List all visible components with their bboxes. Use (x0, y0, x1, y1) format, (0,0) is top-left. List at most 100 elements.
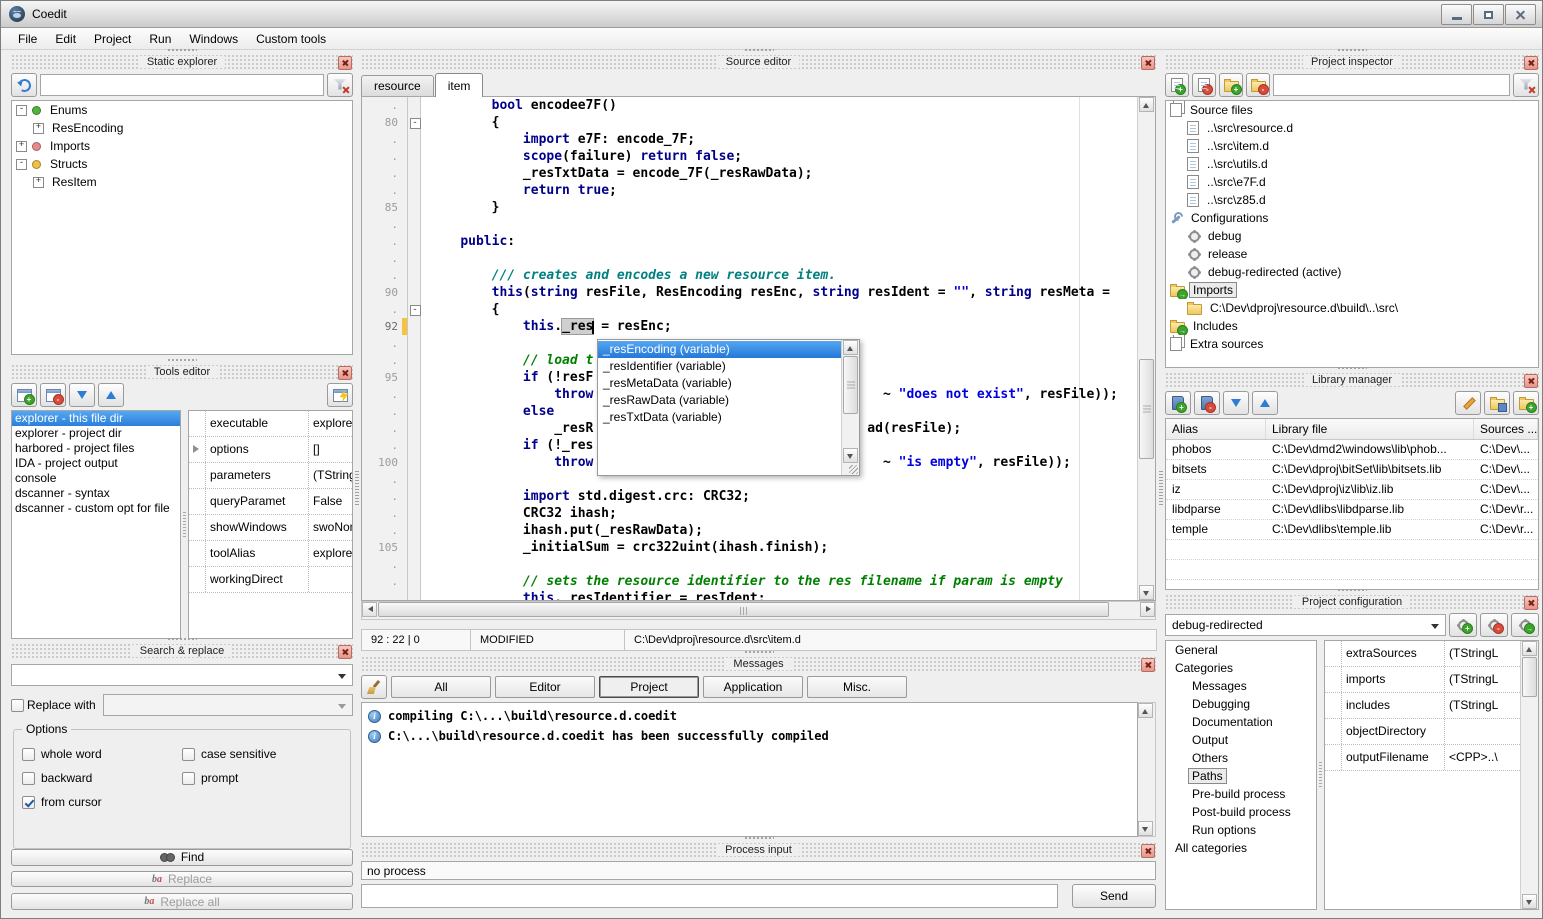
expand-toggle-icon[interactable]: + (33, 177, 44, 188)
tree-item[interactable]: release (1166, 245, 1538, 263)
tool-list-item[interactable]: IDA - project output (12, 456, 180, 471)
tree-item[interactable]: ..\src\item.d (1166, 137, 1538, 155)
tree-item[interactable]: ..\src\utils.d (1166, 155, 1538, 173)
category-item[interactable]: Run options (1166, 821, 1316, 839)
table-row[interactable]: phobosC:\Dev\dmd2\windows\lib\phob...C:\… (1166, 440, 1538, 460)
menu-item-file[interactable]: File (9, 30, 46, 48)
scroll-up-button[interactable] (843, 340, 858, 355)
tree-item[interactable]: -Structs (12, 155, 352, 173)
tool-list-item[interactable]: dscanner - custom opt for file (12, 501, 180, 516)
category-item[interactable]: Categories (1166, 659, 1316, 677)
checkbox-prompt[interactable] (182, 772, 195, 785)
property-row[interactable]: showWindowsswoNone (189, 515, 353, 541)
messages-tab-misc[interactable]: Misc. (807, 676, 907, 698)
config-splitter[interactable] (1317, 640, 1324, 910)
close-button[interactable] (1505, 4, 1536, 25)
symbol-filter-input[interactable] (40, 74, 324, 96)
category-item[interactable]: All categories (1166, 839, 1316, 857)
tools-splitter[interactable] (181, 410, 188, 639)
menu-item-project[interactable]: Project (85, 30, 140, 48)
scrollbar-thumb[interactable] (378, 602, 1109, 617)
editor-horizontal-scrollbar[interactable] (361, 601, 1156, 620)
remove-library-button[interactable] (1194, 391, 1220, 415)
replace-all-button[interactable]: ba Replace all (11, 893, 353, 910)
close-panel-button[interactable] (1524, 596, 1538, 610)
scroll-right-button[interactable] (1140, 602, 1155, 617)
table-row[interactable]: templeC:\Dev\dlibs\temple.libC:\Dev\r... (1166, 520, 1538, 540)
execute-tool-button[interactable] (327, 383, 353, 407)
add-tool-button[interactable] (11, 383, 37, 407)
messages-tab-project[interactable]: Project (599, 676, 699, 698)
tool-list-item[interactable]: dscanner - syntax (12, 486, 180, 501)
inspector-filter-input[interactable] (1273, 74, 1510, 96)
scrollbar[interactable] (1520, 641, 1538, 909)
property-row[interactable]: options[] (189, 437, 353, 463)
property-row[interactable]: imports(TStringL (1325, 667, 1520, 693)
move-tool-up-button[interactable] (98, 383, 124, 407)
replace-button[interactable]: ba Replace (11, 871, 353, 888)
tree-item[interactable]: +Imports (12, 137, 352, 155)
category-item[interactable]: Post-build process (1166, 803, 1316, 821)
find-button[interactable]: Find (11, 849, 353, 866)
category-item[interactable]: Pre-build process (1166, 785, 1316, 803)
messages-tab-application[interactable]: Application (703, 676, 803, 698)
property-row[interactable]: extraSources(TStringL (1325, 641, 1520, 667)
replace-term-combo[interactable] (103, 694, 353, 716)
table-row[interactable]: izC:\Dev\dproj\iz\lib\iz.libC:\Dev\... (1166, 480, 1538, 500)
category-item[interactable]: Others (1166, 749, 1316, 767)
remove-file-button[interactable] (1192, 73, 1216, 97)
close-panel-button[interactable] (1141, 658, 1155, 672)
replace-with-checkbox[interactable] (11, 699, 24, 712)
completion-scrollbar[interactable] (841, 340, 859, 475)
remove-configuration-button[interactable] (1480, 613, 1508, 637)
remove-folder-button[interactable] (1246, 73, 1270, 97)
close-panel-button[interactable] (1524, 374, 1538, 388)
tree-item[interactable]: -Enums (12, 101, 352, 119)
completion-item[interactable]: _resEncoding (variable) (598, 341, 841, 358)
completion-item[interactable]: _resIdentifier (variable) (598, 358, 841, 375)
send-button[interactable]: Send (1072, 884, 1156, 908)
scrollbar-thumb[interactable] (1522, 657, 1537, 697)
clear-messages-button[interactable] (361, 675, 387, 699)
close-panel-button[interactable] (1141, 56, 1155, 70)
menu-item-edit[interactable]: Edit (46, 30, 85, 48)
property-row[interactable]: executableexplorer (189, 411, 353, 437)
messages-scrollbar[interactable] (1138, 702, 1156, 837)
editor-vertical-scrollbar[interactable] (1137, 97, 1155, 600)
property-row[interactable]: parameters(TStringL (189, 463, 353, 489)
add-library-button[interactable] (1165, 391, 1191, 415)
close-panel-button[interactable] (1141, 844, 1155, 858)
tree-item[interactable]: Extra sources (1166, 335, 1538, 353)
maximize-button[interactable] (1473, 4, 1504, 25)
checkbox-case-sensitive[interactable] (182, 748, 195, 761)
tool-list-item[interactable]: explorer - this file dir (12, 411, 180, 426)
tree-item[interactable]: debug (1166, 227, 1538, 245)
expand-toggle-icon[interactable]: + (33, 123, 44, 134)
tree-item[interactable]: Includes (1166, 317, 1538, 335)
menu-item-run[interactable]: Run (140, 30, 180, 48)
messages-tab-all[interactable]: All (391, 676, 491, 698)
column-header[interactable]: Alias (1166, 419, 1266, 439)
scroll-down-button[interactable] (1138, 821, 1153, 836)
menu-item-windows[interactable]: Windows (180, 30, 247, 48)
fold-collapse-icon[interactable]: - (410, 305, 421, 316)
table-row[interactable]: bitsetsC:\Dev\dproj\bitSet\lib\bitsets.l… (1166, 460, 1538, 480)
minimize-button[interactable] (1441, 4, 1472, 25)
tree-item[interactable]: +ResEncoding (12, 119, 352, 137)
scroll-down-button[interactable] (1139, 585, 1154, 600)
tree-item[interactable]: C:\Dev\dproj\resource.d\build\..\src\ (1166, 299, 1538, 317)
property-row[interactable]: outputFilename<CPP>..\ (1325, 745, 1520, 771)
tree-item[interactable]: Configurations (1166, 209, 1538, 227)
category-item[interactable]: Paths (1166, 767, 1316, 785)
completion-item[interactable]: _resMetaData (variable) (598, 375, 841, 392)
scroll-up-button[interactable] (1522, 641, 1537, 656)
fold-collapse-icon[interactable]: - (410, 118, 421, 129)
refresh-button[interactable] (11, 73, 37, 97)
expand-toggle-icon[interactable]: + (16, 141, 27, 152)
category-item[interactable]: Debugging (1166, 695, 1316, 713)
menu-item-custom-tools[interactable]: Custom tools (247, 30, 335, 48)
close-panel-button[interactable] (1524, 56, 1538, 70)
expand-toggle-icon[interactable]: - (16, 159, 27, 170)
tree-item[interactable]: debug-redirected (active) (1166, 263, 1538, 281)
tree-item[interactable]: +ResItem (12, 173, 352, 191)
